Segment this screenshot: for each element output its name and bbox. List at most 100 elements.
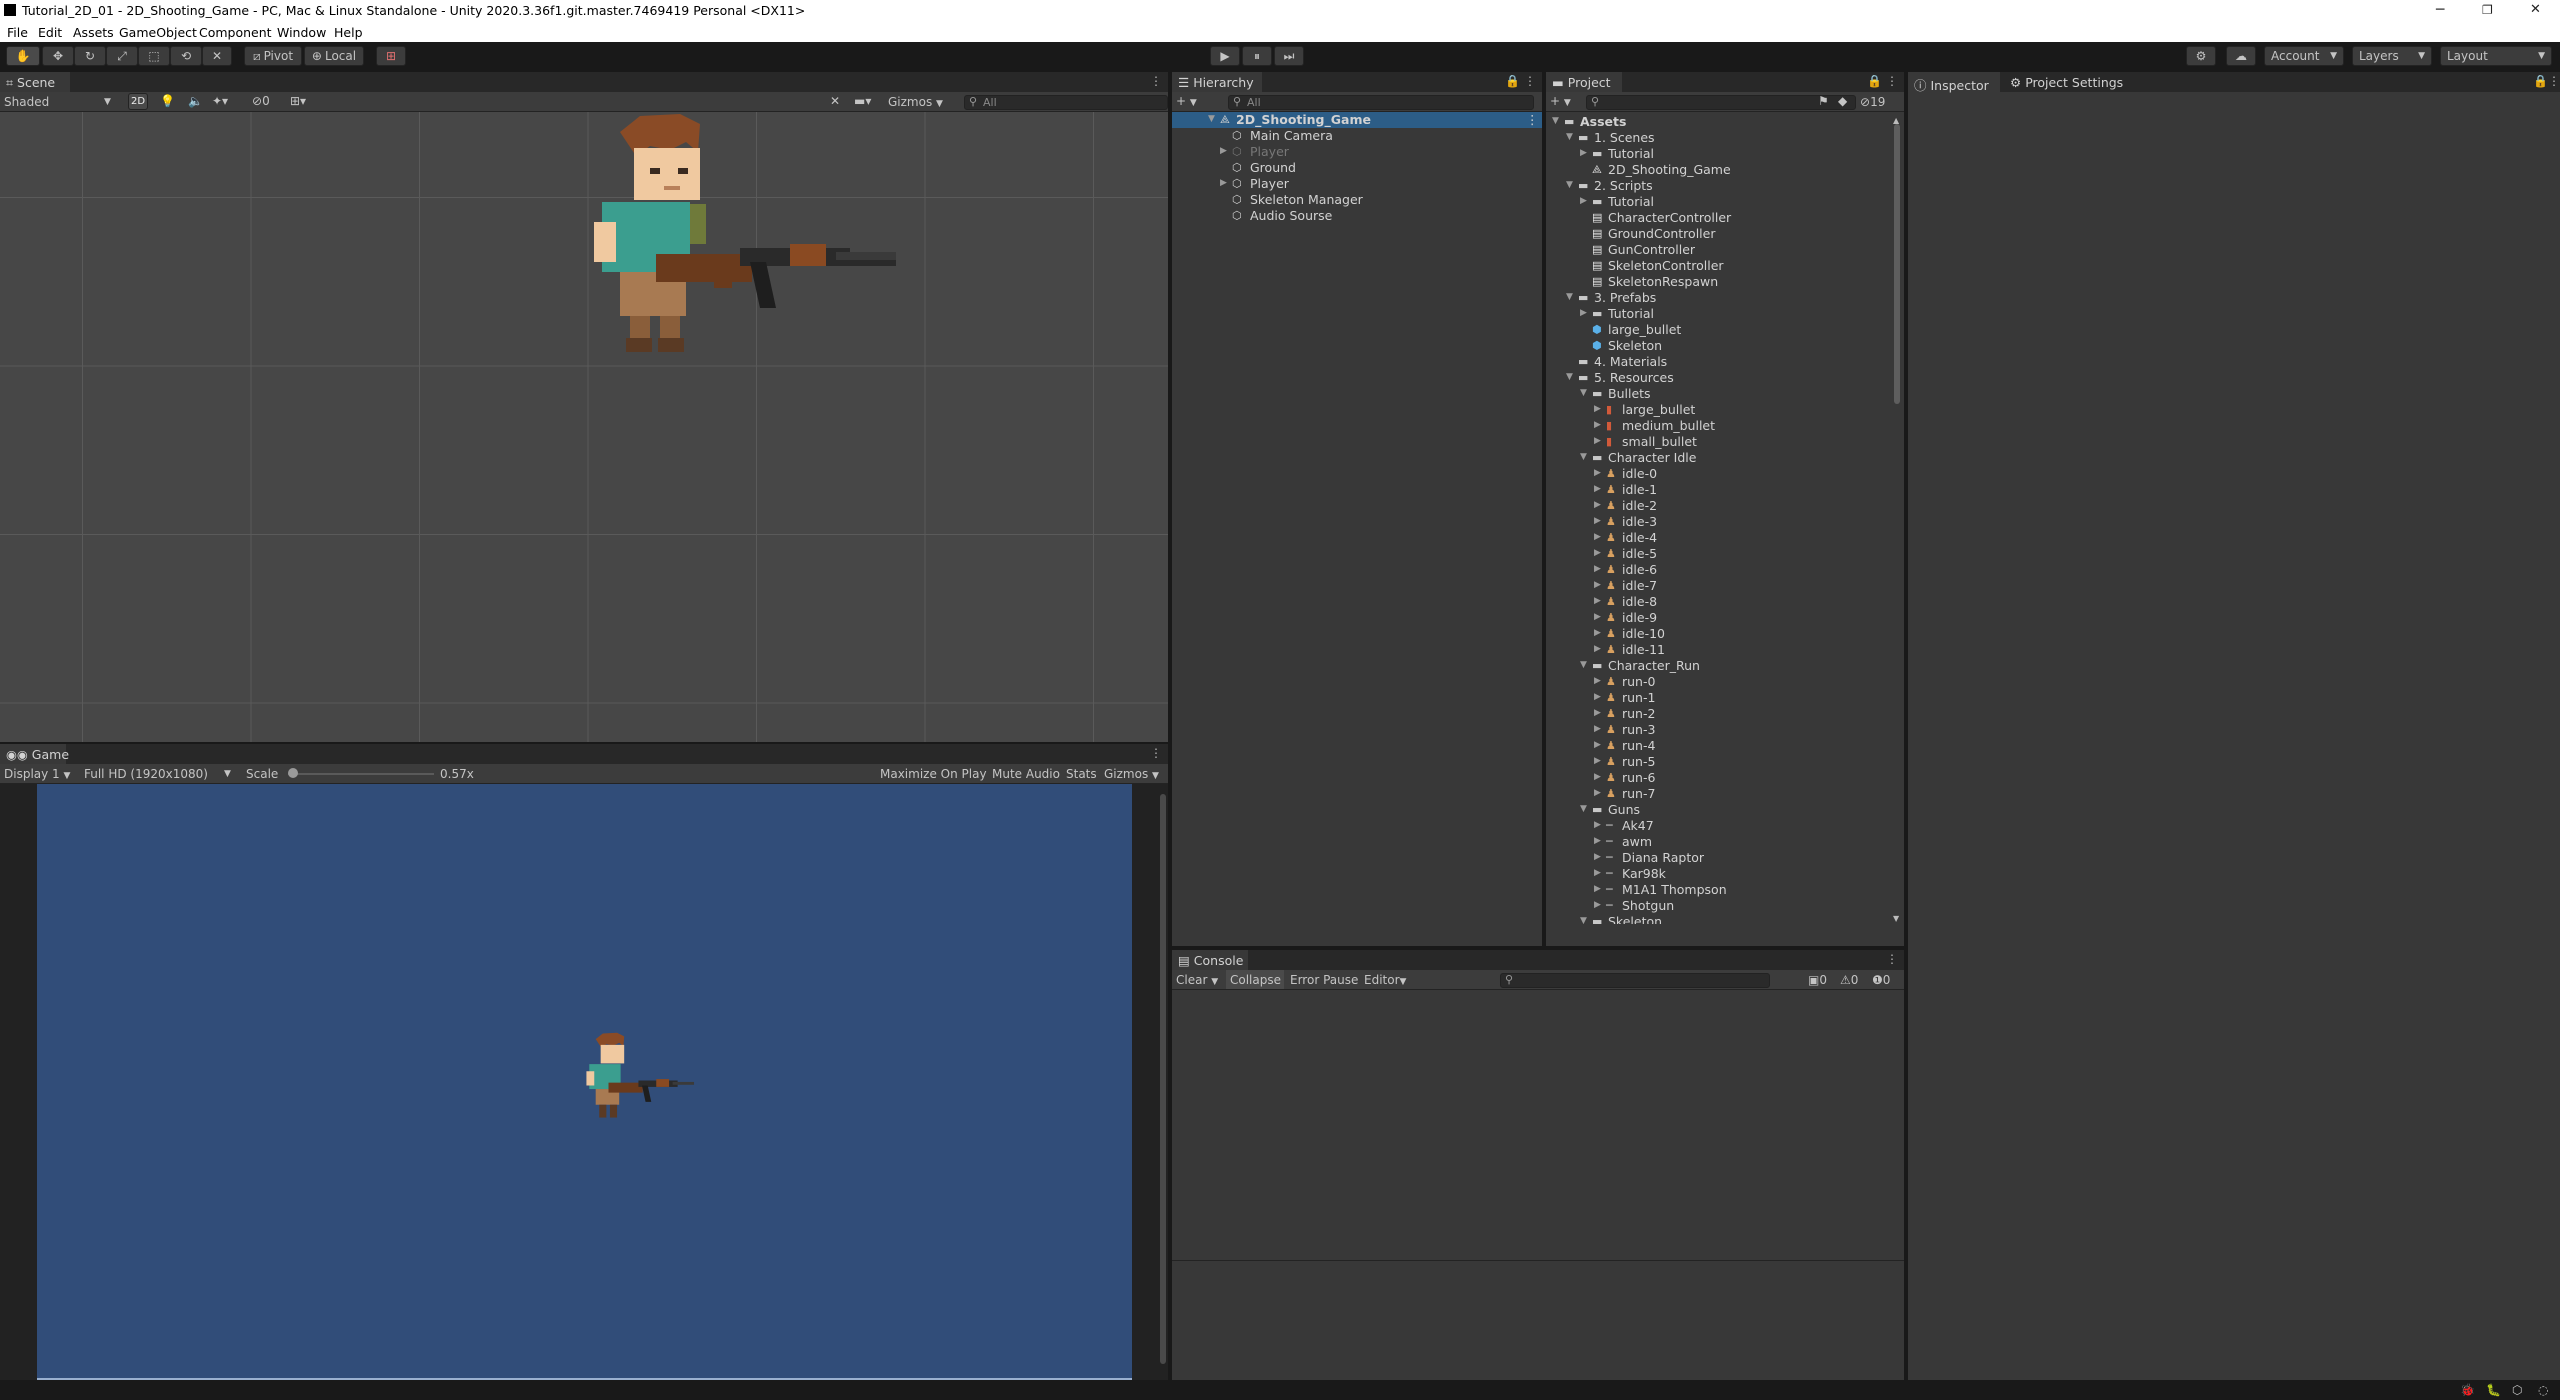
project-folder-item[interactable]: ▼ ▬ Character Idle bbox=[1546, 450, 1892, 466]
step-button[interactable]: ⏭ bbox=[1274, 46, 1304, 66]
project-asset-item[interactable]: ▶ ♟ run-5 bbox=[1546, 754, 1892, 770]
tab-hierarchy[interactable]: ☰ Hierarchy bbox=[1172, 72, 1262, 92]
scale-slider-thumb[interactable] bbox=[288, 768, 298, 778]
search-by-label-icon[interactable]: ◆ bbox=[1838, 94, 1847, 108]
menu-component[interactable]: Component bbox=[199, 25, 272, 40]
hierarchy-more-icon[interactable]: ⋮ bbox=[1524, 74, 1536, 88]
expand-arrow-icon[interactable]: ▶ bbox=[1580, 308, 1587, 318]
project-asset-item[interactable]: ▶ ▮ medium_bullet bbox=[1546, 418, 1892, 434]
expand-arrow-icon[interactable]: ▶ bbox=[1594, 756, 1601, 766]
scale-tool-button[interactable]: ⤢ bbox=[106, 46, 138, 66]
project-asset-item[interactable]: ▶ ━ Diana Raptor bbox=[1546, 850, 1892, 866]
console-more-icon[interactable]: ⋮ bbox=[1886, 952, 1898, 966]
project-asset-item[interactable]: ▶ ♟ run-4 bbox=[1546, 738, 1892, 754]
project-search-input[interactable] bbox=[1586, 95, 1856, 110]
game-viewport[interactable] bbox=[37, 784, 1132, 1378]
gizmos-dropdown[interactable]: Gizmos ▼ bbox=[888, 95, 943, 109]
expand-arrow-icon[interactable]: ▶ bbox=[1594, 724, 1601, 734]
custom-tool-button[interactable]: ✕ bbox=[202, 46, 232, 66]
inspector-more-icon[interactable]: ⋮ bbox=[2548, 74, 2560, 88]
collapse-arrow-icon[interactable]: ▼ bbox=[1580, 916, 1587, 924]
project-asset-item[interactable]: ▶ ♟ run-2 bbox=[1546, 706, 1892, 722]
local-toggle[interactable]: ⊕ Local bbox=[304, 46, 364, 66]
project-asset-item[interactable]: ▶ ♟ run-0 bbox=[1546, 674, 1892, 690]
project-asset-item[interactable]: ▶ ━ Shotgun bbox=[1546, 898, 1892, 914]
expand-arrow-icon[interactable]: ▶ bbox=[1594, 772, 1601, 782]
scene-root-row[interactable]: ▼ ⟁ 2D_Shooting_Game ⋮ bbox=[1172, 112, 1542, 128]
hierarchy-item[interactable]: ⬡ Skeleton Manager bbox=[1172, 192, 1542, 208]
project-asset-item[interactable]: ⟁ 2D_Shooting_Game bbox=[1546, 162, 1892, 178]
audio-icon[interactable]: 🔈 bbox=[188, 94, 203, 108]
clear-dropdown[interactable]: Clear ▼ bbox=[1176, 973, 1218, 987]
hidden-packages-toggle[interactable]: ⊘19 bbox=[1860, 95, 1885, 109]
transform-tool-button[interactable]: ⟲ bbox=[170, 46, 202, 66]
menu-window[interactable]: Window bbox=[277, 25, 326, 40]
grid-visibility-icon[interactable]: ⊞▾ bbox=[290, 94, 306, 108]
expand-arrow-icon[interactable]: ▶ bbox=[1580, 148, 1587, 158]
expand-arrow-icon[interactable]: ▶ bbox=[1594, 836, 1601, 846]
project-asset-item[interactable]: ▶ ♟ idle-4 bbox=[1546, 530, 1892, 546]
hierarchy-item[interactable]: ⬡ Main Camera bbox=[1172, 128, 1542, 144]
pause-button[interactable]: ⏸ bbox=[1242, 46, 1272, 66]
project-asset-item[interactable]: ▶ ♟ idle-1 bbox=[1546, 482, 1892, 498]
scene-search-input[interactable]: All bbox=[964, 95, 1168, 110]
project-asset-item[interactable]: ▶ ━ awm bbox=[1546, 834, 1892, 850]
console-log-area[interactable] bbox=[1172, 990, 1904, 1290]
game-scrollbar[interactable] bbox=[1160, 794, 1166, 1364]
lock-icon[interactable]: 🔒 bbox=[1505, 74, 1520, 88]
rotate-tool-button[interactable]: ↻ bbox=[74, 46, 106, 66]
expand-arrow-icon[interactable]: ▶ bbox=[1594, 420, 1601, 430]
expand-arrow-icon[interactable]: ▶ bbox=[1594, 900, 1601, 910]
expand-arrow-icon[interactable]: ▶ bbox=[1594, 564, 1601, 574]
project-folder-item[interactable]: ▼ ▬ Character_Run bbox=[1546, 658, 1892, 674]
tab-inspector[interactable]: ⓘ Inspector bbox=[1908, 72, 2000, 93]
project-folder-item[interactable]: ▼ ▬ Guns bbox=[1546, 802, 1892, 818]
pivot-toggle[interactable]: ⧄ Pivot bbox=[244, 46, 302, 66]
display-dropdown[interactable]: Display 1 ▼ bbox=[4, 767, 70, 781]
project-asset-item[interactable]: ▶ ♟ idle-10 bbox=[1546, 626, 1892, 642]
camera-icon[interactable]: ▬▾ bbox=[854, 94, 871, 108]
expand-arrow-icon[interactable]: ▶ bbox=[1594, 484, 1601, 494]
layers-dropdown[interactable]: Layers ▼ bbox=[2352, 46, 2432, 66]
minimize-button[interactable]: ─ bbox=[2436, 2, 2444, 18]
project-asset-item[interactable]: ⬢ Skeleton bbox=[1546, 338, 1892, 354]
collab-button[interactable]: ⚙ bbox=[2186, 46, 2216, 66]
expand-arrow-icon[interactable]: ▶ bbox=[1594, 612, 1601, 622]
collapse-arrow-icon[interactable]: ▼ bbox=[1552, 116, 1559, 126]
project-folder-item[interactable]: ▼ ▬ 5. Resources bbox=[1546, 370, 1892, 386]
project-asset-item[interactable]: ▶ ♟ run-6 bbox=[1546, 770, 1892, 786]
hierarchy-item[interactable]: ⬡ Audio Sourse bbox=[1172, 208, 1542, 224]
hierarchy-item[interactable]: ▶ ⬡ Player bbox=[1172, 176, 1542, 192]
scene-menu-icon[interactable]: ⋮ bbox=[1526, 112, 1539, 127]
mode-2d-toggle[interactable]: 2D bbox=[128, 93, 148, 110]
project-scrollbar[interactable] bbox=[1894, 124, 1900, 404]
expand-arrow-icon[interactable]: ▶ bbox=[1594, 708, 1601, 718]
project-asset-item[interactable]: ▶ ♟ idle-6 bbox=[1546, 562, 1892, 578]
hierarchy-item[interactable]: ▶ ⬡ Player bbox=[1172, 144, 1542, 160]
project-asset-item[interactable]: ▶ ♟ run-7 bbox=[1546, 786, 1892, 802]
tab-scene[interactable]: ⌗ Scene bbox=[0, 72, 70, 92]
cloud-button[interactable]: ☁ bbox=[2226, 46, 2256, 66]
project-more-icon[interactable]: ⋮ bbox=[1886, 74, 1898, 88]
project-asset-item[interactable]: ▶ ♟ idle-11 bbox=[1546, 642, 1892, 658]
project-asset-item[interactable]: ▶ ♟ idle-0 bbox=[1546, 466, 1892, 482]
expand-arrow-icon[interactable]: ▶ bbox=[1594, 644, 1601, 654]
expand-arrow-icon[interactable]: ▶ bbox=[1594, 516, 1601, 526]
expand-arrow-icon[interactable]: ▶ bbox=[1594, 628, 1601, 638]
collapse-arrow-icon[interactable]: ▼ bbox=[1580, 388, 1587, 398]
menu-gameobject[interactable]: GameObject bbox=[119, 25, 197, 40]
tab-project-settings[interactable]: ⚙ Project Settings bbox=[2004, 72, 2134, 92]
project-asset-item[interactable]: ▶ ▮ large_bullet bbox=[1546, 402, 1892, 418]
project-asset-item[interactable]: ▶ ━ Kar98k bbox=[1546, 866, 1892, 882]
collapse-toggle[interactable]: Collapse bbox=[1226, 970, 1284, 989]
project-asset-item[interactable]: ▶ ♟ idle-2 bbox=[1546, 498, 1892, 514]
project-asset-item[interactable]: ▶ ♟ run-3 bbox=[1546, 722, 1892, 738]
expand-arrow-icon[interactable]: ▶ bbox=[1594, 468, 1601, 478]
project-folder-item[interactable]: ▶ ▬ Tutorial bbox=[1546, 306, 1892, 322]
progress-icon[interactable]: ◌ bbox=[2538, 1383, 2548, 1397]
log-count-toggle[interactable]: ▣0 bbox=[1808, 973, 1827, 987]
scene-viewport[interactable] bbox=[0, 112, 1168, 742]
layout-dropdown[interactable]: Layout ▼ bbox=[2440, 46, 2552, 66]
expand-arrow-icon[interactable]: ▶ bbox=[1580, 196, 1587, 206]
hierarchy-item[interactable]: ⬡ Ground bbox=[1172, 160, 1542, 176]
